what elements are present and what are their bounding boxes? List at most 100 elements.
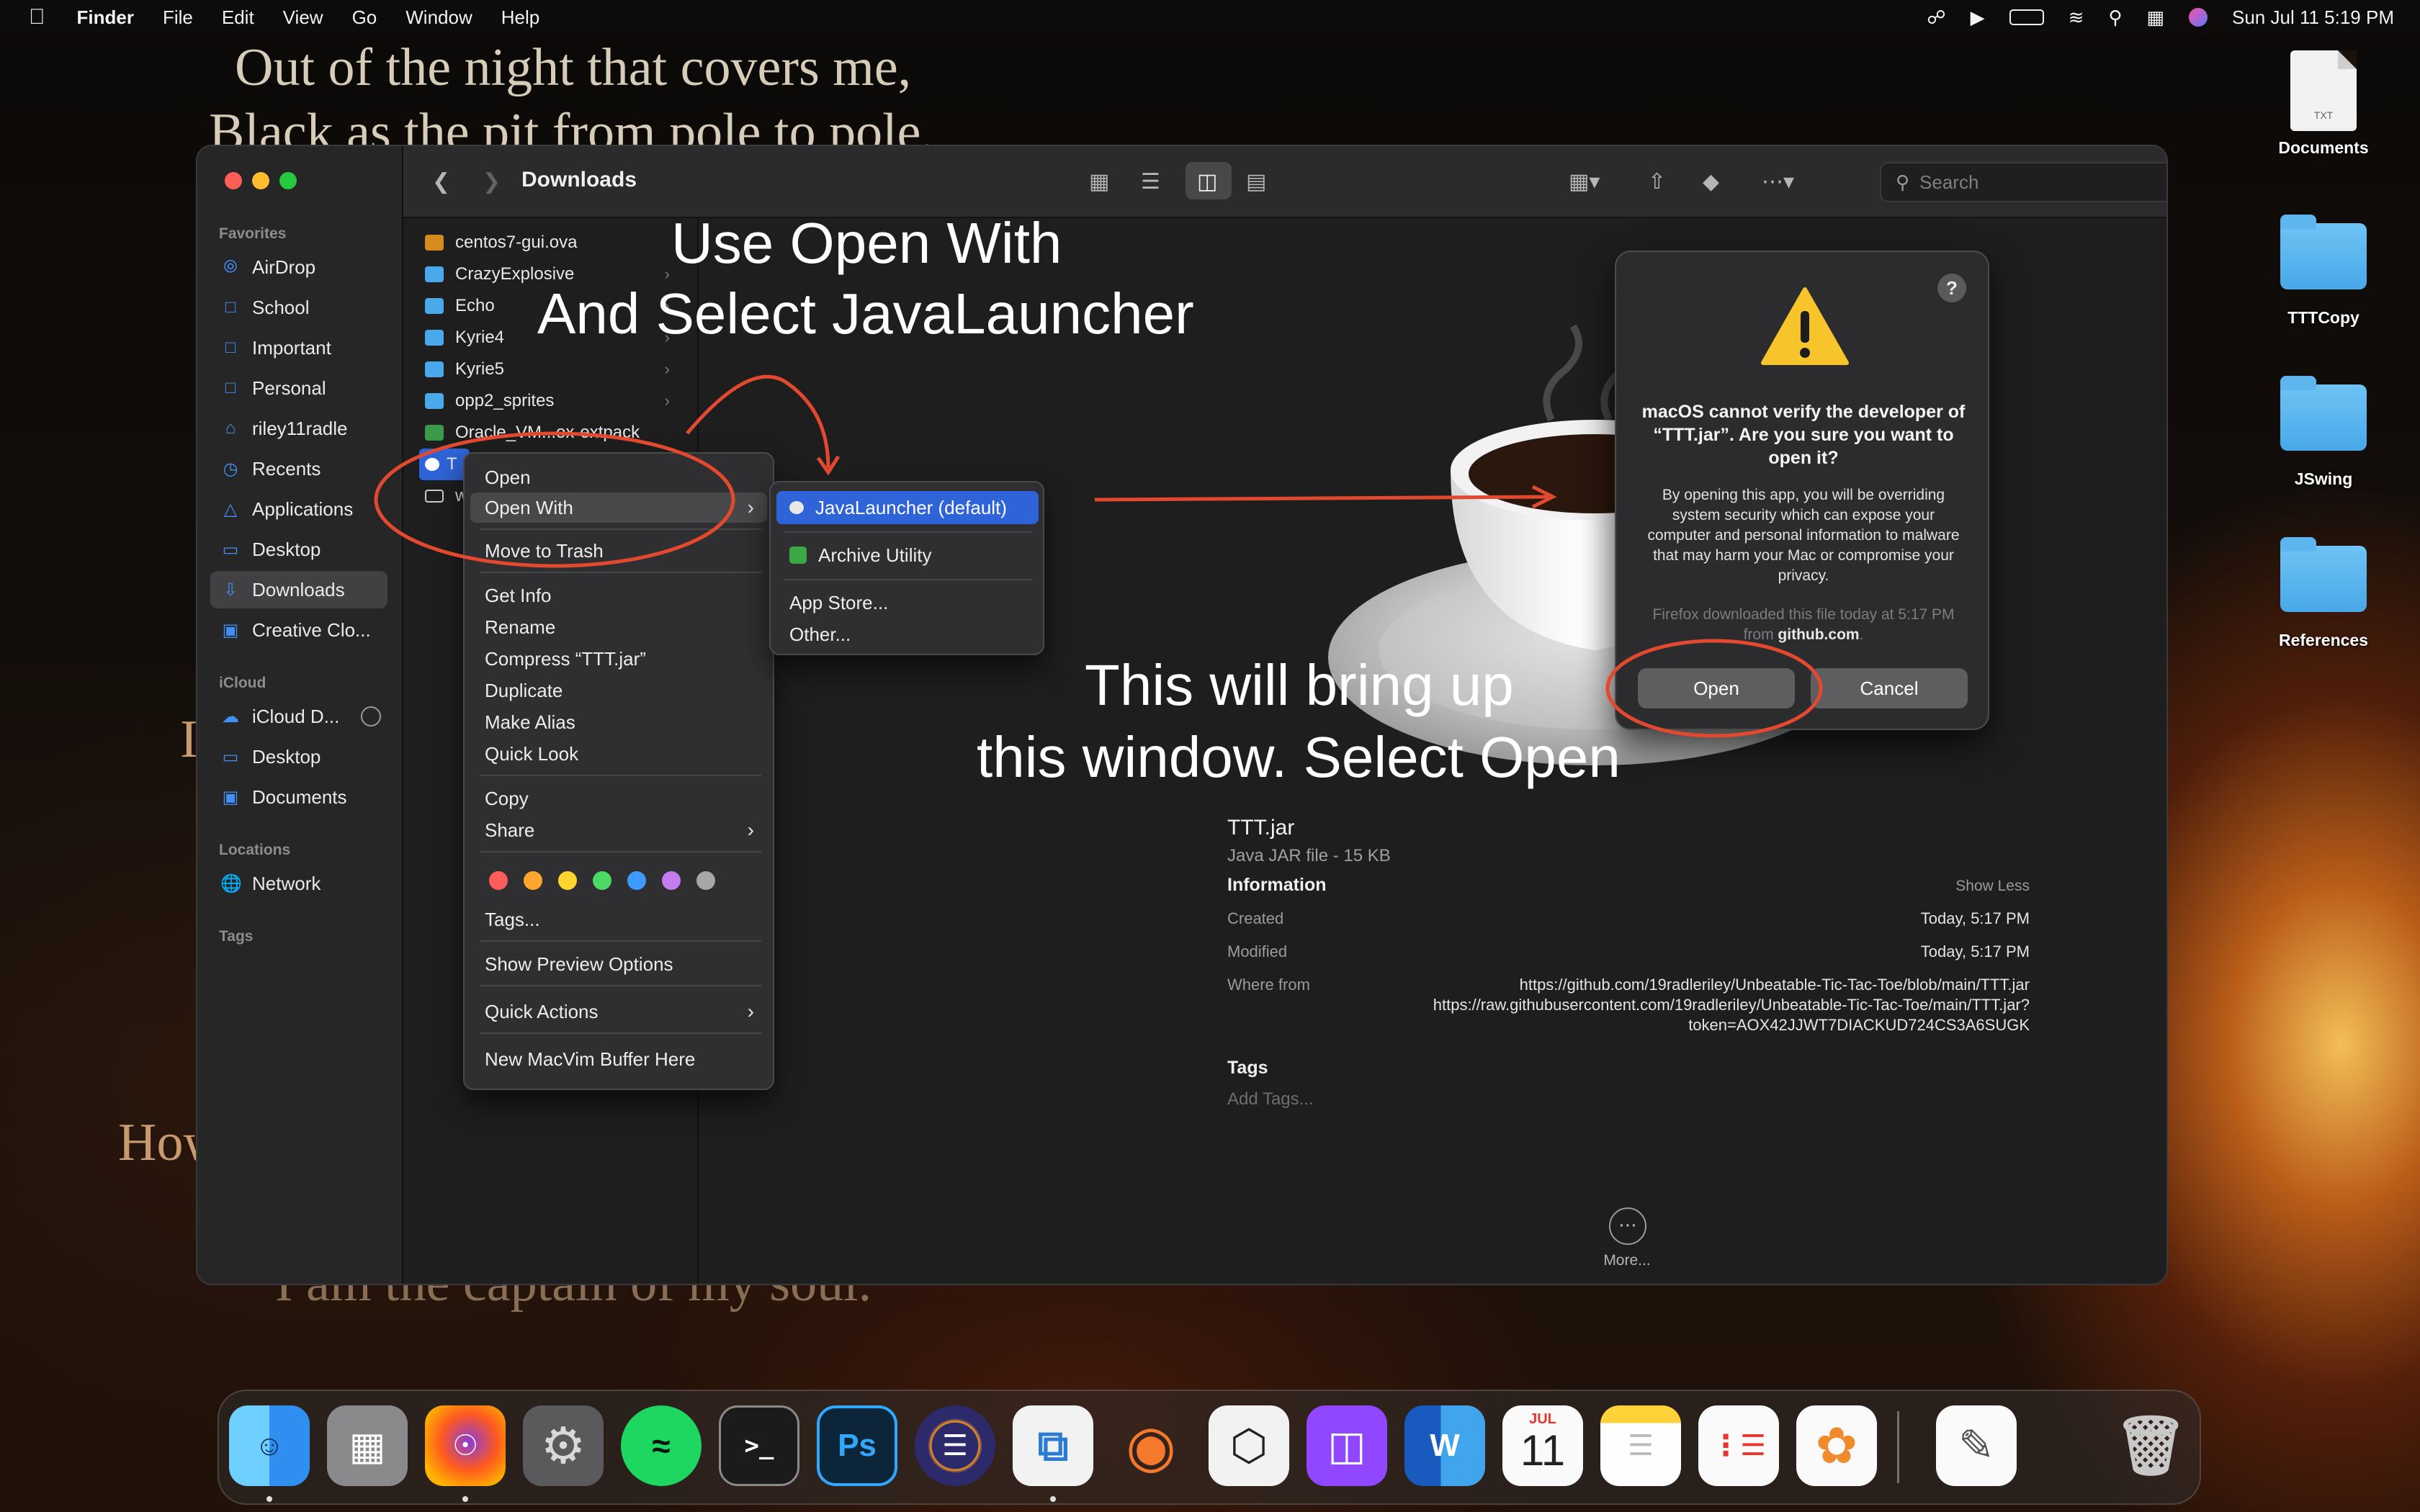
dock-app-photos[interactable]: ✿ [1796, 1405, 1877, 1486]
tag-icon[interactable]: ◆ [1703, 169, 1719, 194]
menu-item-open-with[interactable]: Open With › [470, 492, 767, 523]
minimize-window-button[interactable] [252, 172, 269, 189]
help-button[interactable]: ? [1937, 274, 1966, 302]
tag-color-green[interactable] [593, 871, 611, 890]
file-row-w[interactable]: w [425, 480, 468, 512]
menu-item-compress[interactable]: Compress “TTT.jar” [470, 644, 767, 674]
dock-app-textedit[interactable]: ✎ [1936, 1405, 2017, 1486]
play-icon[interactable]: ▶ [1971, 6, 1985, 29]
dock-app-blender[interactable]: ◉ [1111, 1405, 1191, 1486]
sidebar-item-creative-cloud[interactable]: ▣ Creative Clo... [210, 611, 387, 649]
desktop-icon-tttcopy[interactable]: TTTCopy [2251, 215, 2396, 328]
creative-cloud-icon[interactable]: ☍ [1927, 6, 1945, 29]
sidebar-item-network[interactable]: 🌐 Network [210, 865, 387, 902]
show-less-link[interactable]: Show Less [1756, 878, 2030, 895]
back-chevron-icon[interactable]: ❮ [432, 169, 450, 194]
menu-item-rename[interactable]: Rename [470, 612, 767, 642]
share-icon[interactable]: ⇧ [1648, 169, 1666, 194]
gallery-view-icon[interactable]: ▤ [1246, 169, 1266, 194]
sidebar-item-applications[interactable]: △ Applications [210, 490, 387, 528]
menu-window[interactable]: Window [405, 6, 472, 29]
file-row-opp2-sprites[interactable]: opp2_sprites › [425, 385, 670, 417]
sidebar-item-important[interactable]: □ Important [210, 329, 387, 366]
menu-item-make-alias[interactable]: Make Alias [470, 707, 767, 737]
tag-color-purple[interactable] [662, 871, 681, 890]
zoom-window-button[interactable] [279, 172, 297, 189]
dock-app-finder[interactable]: ☺ [229, 1405, 310, 1486]
menu-item-new-macvim-buffer[interactable]: New MacVim Buffer Here [470, 1044, 767, 1074]
file-row-ttt-jar-selected[interactable]: T [419, 449, 470, 480]
siri-icon[interactable] [2189, 8, 2208, 27]
close-window-button[interactable] [225, 172, 242, 189]
menu-item-tags[interactable]: Tags... [470, 904, 767, 935]
sidebar-item-icloud-desktop[interactable]: ▭ Desktop [210, 738, 387, 775]
dock-app-terminal[interactable]: >_ [719, 1405, 799, 1486]
dock-app-eclipse[interactable]: ☰ [915, 1405, 995, 1486]
icon-view-icon[interactable]: ▦ [1089, 169, 1109, 194]
file-row-kyrie5[interactable]: Kyrie5 › [425, 354, 670, 385]
sidebar-item-icloud-drive[interactable]: ☁ iCloud D... [210, 698, 387, 735]
sidebar-item-airdrop[interactable]: ⦾ AirDrop [210, 248, 387, 286]
dock-app-launchpad[interactable]: ▦ [327, 1405, 408, 1486]
menu-go[interactable]: Go [352, 6, 377, 29]
menu-item-copy[interactable]: Copy [470, 783, 767, 814]
dialog-open-button[interactable]: Open [1638, 668, 1795, 708]
dock-app-calendar[interactable]: JUL 11 [1502, 1405, 1583, 1486]
tag-color-gray[interactable] [696, 871, 715, 890]
sidebar-item-school[interactable]: □ School [210, 289, 387, 326]
tag-color-yellow[interactable] [558, 871, 577, 890]
sidebar-item-personal[interactable]: □ Personal [210, 369, 387, 407]
dock-app-firefox[interactable]: ☉ [425, 1405, 506, 1486]
menu-edit[interactable]: Edit [222, 6, 254, 29]
menu-item-quick-look[interactable]: Quick Look [470, 739, 767, 769]
sidebar-item-home[interactable]: ⌂ riley11radle [210, 410, 387, 447]
dock-app-system-preferences[interactable]: ⚙ [523, 1405, 604, 1486]
battery-icon[interactable] [2009, 9, 2044, 25]
file-row-oracle-extpack[interactable]: Oracle_VM...ox-extpack [425, 417, 670, 449]
dock-app-vscode[interactable]: ⧉ [1013, 1405, 1093, 1486]
desktop-icon-jswing[interactable]: JSwing [2251, 376, 2396, 489]
apple-menu-icon[interactable]:  [29, 5, 45, 30]
menu-item-duplicate[interactable]: Duplicate [470, 675, 767, 706]
tag-color-red[interactable] [489, 871, 508, 890]
sidebar-item-desktop[interactable]: ▭ Desktop [210, 531, 387, 568]
sidebar-item-downloads[interactable]: ⇩ Downloads [210, 571, 387, 608]
submenu-item-archive-utility[interactable]: Archive Utility [776, 539, 1039, 572]
dock-app-reminders[interactable]: ⋮☰ [1698, 1405, 1779, 1486]
menu-file[interactable]: File [163, 6, 193, 29]
menu-clock[interactable]: Sun Jul 11 5:19 PM [2232, 6, 2394, 29]
dock-app-spotify[interactable]: ≈ [621, 1405, 702, 1486]
menu-help[interactable]: Help [501, 6, 539, 29]
menu-item-share[interactable]: Share › [470, 815, 767, 845]
menu-item-open[interactable]: Open [470, 462, 767, 492]
wifi-icon[interactable]: ≋ [2069, 6, 2084, 29]
list-view-icon[interactable]: ☰ [1141, 169, 1160, 194]
submenu-item-app-store[interactable]: App Store... [776, 586, 1039, 619]
search-field[interactable]: ⚲ Search [1880, 162, 2166, 202]
dialog-cancel-button[interactable]: Cancel [1811, 668, 1968, 708]
menu-item-move-to-trash[interactable]: Move to Trash [470, 536, 767, 566]
menu-item-get-info[interactable]: Get Info [470, 580, 767, 611]
menu-app-name[interactable]: Finder [77, 6, 134, 29]
add-tags-field[interactable]: Add Tags... [1227, 1089, 1314, 1110]
menu-view[interactable]: View [283, 6, 323, 29]
menu-item-quick-actions[interactable]: Quick Actions › [470, 996, 767, 1027]
submenu-item-other[interactable]: Other... [776, 618, 1039, 651]
submenu-item-javalauncher[interactable]: JavaLauncher (default) [776, 491, 1039, 524]
desktop-icon-references[interactable]: References [2251, 537, 2396, 650]
dock-trash[interactable]: 🗑 [2110, 1405, 2191, 1486]
more-ellipsis-icon[interactable]: ⋯ [1609, 1207, 1646, 1245]
tag-color-orange[interactable] [524, 871, 542, 890]
forward-chevron-icon[interactable]: ❯ [483, 169, 501, 194]
dock-app-photoshop[interactable]: Ps [817, 1405, 897, 1486]
tag-color-blue[interactable] [627, 871, 646, 890]
dock-app-unity[interactable]: ⬡ [1209, 1405, 1289, 1486]
sidebar-item-recents[interactable]: ◷ Recents [210, 450, 387, 487]
more-actions-icon[interactable]: ⋯▾ [1762, 169, 1794, 194]
control-center-icon[interactable]: ▦ [2146, 6, 2164, 29]
desktop-icon-documents[interactable]: TXT Documents [2251, 50, 2396, 158]
dock-app-word[interactable]: W [1404, 1405, 1485, 1486]
menu-item-show-preview-options[interactable]: Show Preview Options [470, 949, 767, 979]
dock-app-twitch[interactable]: ◫ [1307, 1405, 1387, 1486]
sidebar-item-icloud-documents[interactable]: ▣ Documents [210, 778, 387, 816]
